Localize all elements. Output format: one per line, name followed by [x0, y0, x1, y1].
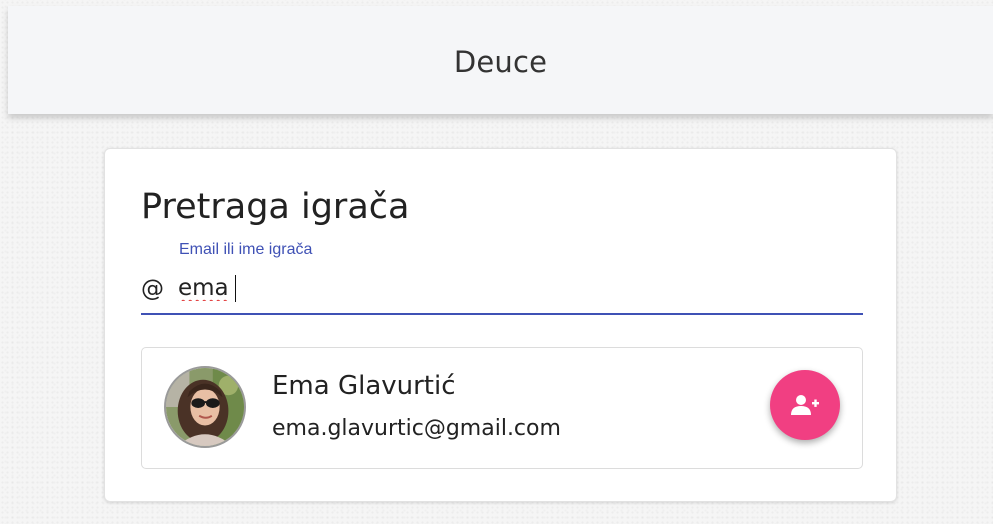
avatar: [164, 366, 246, 448]
player-name: Ema Glavurtić: [272, 371, 456, 401]
player-result-item[interactable]: Ema Glavurtić ema.glavurtic@gmail.com: [141, 347, 863, 469]
person-add-icon: [791, 395, 819, 415]
at-sign-icon: @: [141, 276, 164, 302]
add-player-button[interactable]: [770, 370, 840, 440]
player-email: ema.glavurtic@gmail.com: [272, 416, 561, 441]
search-input[interactable]: [178, 273, 838, 303]
app-title: Deuce: [453, 45, 548, 79]
search-field: Email ili ime igrača @: [141, 237, 863, 317]
page-title: Pretraga igrača: [141, 187, 410, 227]
search-field-underline: [141, 313, 863, 315]
text-caret: [235, 275, 236, 302]
app-bar: Deuce: [8, 6, 993, 114]
search-field-label: Email ili ime igrača: [179, 241, 313, 258]
player-search-card: Pretraga igrača Email ili ime igrača @ e…: [104, 148, 897, 502]
user-photo-icon: [166, 368, 244, 446]
